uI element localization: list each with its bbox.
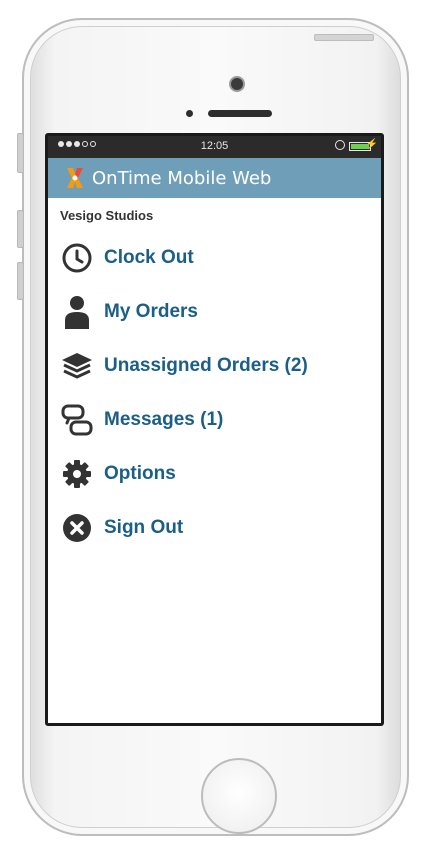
- proximity-sensor: [186, 110, 193, 117]
- clock-icon: [60, 241, 94, 275]
- menu-item-messages[interactable]: Messages (1): [48, 393, 381, 447]
- volume-up-button: [17, 210, 24, 248]
- menu-label: Messages (1): [104, 409, 224, 430]
- menu-item-clock-out[interactable]: Clock Out: [48, 231, 381, 285]
- front-camera: [231, 78, 243, 90]
- mute-switch: [17, 133, 24, 173]
- ontime-logo-icon: [67, 168, 83, 188]
- menu-item-my-orders[interactable]: My Orders: [48, 285, 381, 339]
- status-time: 12:05: [200, 140, 229, 152]
- menu-label: My Orders: [104, 301, 198, 322]
- volume-down-button: [17, 262, 24, 300]
- menu-item-options[interactable]: Options: [48, 447, 381, 501]
- layers-icon: [60, 349, 94, 383]
- menu-item-unassigned-orders[interactable]: Unassigned Orders (2): [48, 339, 381, 393]
- home-button[interactable]: [201, 758, 277, 834]
- screen: 12:05 ⚡ OnTime Mobile Web Vesigo Studios…: [45, 133, 384, 726]
- earpiece-speaker: [208, 110, 272, 117]
- app-title: OnTime Mobile Web: [92, 167, 272, 189]
- chat-bubbles-icon: [60, 403, 94, 437]
- company-name: Vesigo Studios: [60, 208, 154, 223]
- charging-icon: ⚡: [365, 139, 378, 150]
- menu-label: Clock Out: [104, 247, 194, 268]
- gear-icon: [60, 457, 94, 491]
- rotation-lock-icon: [335, 140, 345, 150]
- menu-label: Sign Out: [104, 517, 184, 538]
- main-menu: Clock Out My Orders Unassigned Orders (2…: [48, 231, 381, 555]
- power-button: [314, 34, 374, 41]
- menu-label: Options: [104, 463, 176, 484]
- close-circle-icon: [60, 511, 94, 545]
- status-bar: 12:05 ⚡: [48, 136, 381, 158]
- menu-label: Unassigned Orders (2): [104, 355, 308, 376]
- menu-item-sign-out[interactable]: Sign Out: [48, 501, 381, 555]
- app-header: OnTime Mobile Web: [48, 158, 381, 198]
- person-icon: [60, 295, 94, 329]
- app-viewport: 12:05 ⚡ OnTime Mobile Web Vesigo Studios…: [48, 136, 381, 723]
